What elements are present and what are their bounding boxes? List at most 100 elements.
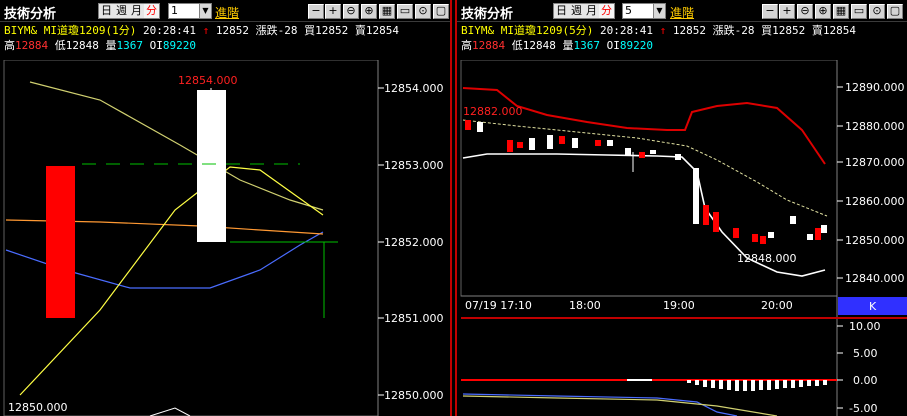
candle bbox=[477, 122, 483, 132]
maximize-icon[interactable]: ▢ bbox=[433, 4, 449, 19]
left-chart-window: 技術分析 日 週 月 分 1 ▼ 進階 − + ⊖ ⊕ ▦ ▭ ⊙ ▢ BIYM… bbox=[0, 0, 452, 416]
zoom-out-icon[interactable]: − bbox=[308, 4, 324, 19]
left-low: 12848 bbox=[65, 39, 99, 52]
osc-bar bbox=[695, 380, 699, 385]
osc-bar bbox=[815, 380, 819, 386]
right-interval-value: 5 bbox=[625, 4, 632, 17]
magnify-minus-icon[interactable]: ⊖ bbox=[797, 4, 813, 19]
magnify-plus-icon[interactable]: ⊕ bbox=[815, 4, 831, 19]
magnify-minus-icon[interactable]: ⊖ bbox=[343, 4, 359, 19]
left-low-annotation: 12850.000 bbox=[8, 401, 68, 414]
grid-icon[interactable]: ▦ bbox=[379, 4, 395, 19]
candle bbox=[790, 216, 796, 224]
left-period-selector: 日 週 月 分 bbox=[98, 3, 160, 19]
right-symbol: BIYM& MI道瓊1209(5分) bbox=[461, 24, 594, 37]
right-interval-select[interactable]: 5 ▼ bbox=[622, 3, 666, 19]
left-period-day[interactable]: 日 bbox=[99, 4, 114, 18]
osc-bar bbox=[751, 380, 755, 391]
left-candlestick-chart[interactable]: 12854.000 12850.000 12854.000 12853.000 … bbox=[0, 60, 450, 416]
right-volume: 1367 bbox=[573, 39, 601, 52]
left-candle-white[interactable] bbox=[197, 90, 226, 242]
right-period-month[interactable]: 月 bbox=[584, 4, 599, 18]
up-arrow-icon: ↑ bbox=[202, 24, 210, 37]
zoom-out-icon[interactable]: − bbox=[762, 4, 778, 19]
left-candle-red[interactable] bbox=[46, 166, 75, 318]
left-interval-value: 1 bbox=[171, 4, 178, 17]
osc-bar bbox=[823, 380, 827, 385]
right-low: 12848 bbox=[522, 39, 556, 52]
right-ytick-label: 12870.000 bbox=[845, 156, 905, 169]
left-advanced-link[interactable]: 進階 bbox=[215, 4, 239, 21]
right-k-label: K bbox=[869, 300, 877, 313]
candle bbox=[465, 120, 471, 130]
search-icon[interactable]: ⊙ bbox=[869, 4, 885, 19]
candle bbox=[507, 140, 513, 152]
candle bbox=[595, 140, 601, 146]
left-ytick-label: 12851.000 bbox=[384, 312, 444, 325]
left-volume: 1367 bbox=[116, 39, 144, 52]
left-low-label: 低 bbox=[54, 39, 66, 52]
osc-bar bbox=[783, 380, 787, 388]
window-icon[interactable]: ▭ bbox=[851, 4, 867, 19]
right-period-day[interactable]: 日 bbox=[554, 4, 569, 18]
right-window-title: 技術分析 bbox=[461, 7, 514, 22]
osc-bar bbox=[719, 380, 723, 389]
right-osc-tick-label: 5.00 bbox=[853, 347, 878, 360]
right-xtick-label: 19:00 bbox=[663, 299, 695, 312]
right-ytick-label: 12880.000 bbox=[845, 120, 905, 133]
left-high-label: 高 bbox=[4, 39, 15, 52]
left-oi: 89220 bbox=[162, 39, 196, 52]
right-candlestick-chart[interactable]: 12882.000 12848.000 12890.000 12880.000 … bbox=[457, 60, 907, 416]
candle bbox=[821, 225, 827, 233]
left-titlebar: 技術分析 日 週 月 分 1 ▼ 進階 − + ⊖ ⊕ ▦ ▭ ⊙ ▢ bbox=[0, 0, 450, 22]
dropdown-arrow-icon: ▼ bbox=[653, 4, 665, 18]
right-ask: 賣12854 bbox=[811, 24, 856, 37]
left-oi-label: OI bbox=[149, 39, 163, 52]
grid-icon[interactable]: ▦ bbox=[833, 4, 849, 19]
left-quote-row-1: BIYM& MI道瓊1209(1分) 20:28:41 ↑ 12852 漲跌-2… bbox=[4, 22, 399, 38]
left-ask: 賣12854 bbox=[354, 24, 399, 37]
osc-bar bbox=[743, 380, 747, 391]
candle bbox=[547, 135, 553, 149]
left-interval-select[interactable]: 1 ▼ bbox=[168, 3, 212, 19]
right-ytick-label: 12850.000 bbox=[845, 234, 905, 247]
right-ytick-label: 12890.000 bbox=[845, 81, 905, 94]
right-period-week[interactable]: 週 bbox=[569, 4, 584, 18]
magnify-plus-icon[interactable]: ⊕ bbox=[361, 4, 377, 19]
right-osc-tick-label: 10.00 bbox=[849, 320, 881, 333]
left-ytick-label: 12852.000 bbox=[384, 236, 444, 249]
candle bbox=[572, 138, 578, 148]
right-low-label: 低 bbox=[511, 39, 523, 52]
right-period-minute[interactable]: 分 bbox=[599, 4, 614, 18]
up-arrow-icon: ↑ bbox=[659, 24, 667, 37]
osc-bar bbox=[687, 380, 691, 383]
left-period-minute[interactable]: 分 bbox=[144, 4, 159, 18]
candle bbox=[607, 140, 613, 146]
maximize-icon[interactable]: ▢ bbox=[887, 4, 903, 19]
left-period-week[interactable]: 週 bbox=[114, 4, 129, 18]
dropdown-arrow-icon: ▼ bbox=[199, 4, 211, 18]
window-icon[interactable]: ▭ bbox=[397, 4, 413, 19]
search-icon[interactable]: ⊙ bbox=[415, 4, 431, 19]
right-candles[interactable] bbox=[465, 120, 827, 244]
right-oi-label: OI bbox=[606, 39, 620, 52]
right-ytick-label: 12860.000 bbox=[845, 195, 905, 208]
candle bbox=[807, 234, 813, 240]
left-ytick-label: 12854.000 bbox=[384, 82, 444, 95]
candle bbox=[703, 205, 709, 225]
right-advanced-link[interactable]: 進階 bbox=[670, 4, 694, 21]
left-high: 12884 bbox=[15, 39, 49, 52]
zoom-in-icon[interactable]: + bbox=[325, 4, 341, 19]
candle bbox=[752, 234, 758, 242]
zoom-in-icon[interactable]: + bbox=[779, 4, 795, 19]
candle bbox=[559, 136, 565, 144]
candle bbox=[768, 232, 774, 238]
left-bid: 買12852 bbox=[304, 24, 349, 37]
osc-bar bbox=[791, 380, 795, 388]
left-symbol: BIYM& MI道瓊1209(1分) bbox=[4, 24, 137, 37]
left-last-price: 12852 bbox=[215, 24, 249, 37]
left-period-month[interactable]: 月 bbox=[129, 4, 144, 18]
left-time: 20:28:41 bbox=[142, 24, 196, 37]
right-change: 漲跌-28 bbox=[712, 24, 755, 37]
right-xtick-label: 07/19 17:10 bbox=[465, 299, 532, 312]
